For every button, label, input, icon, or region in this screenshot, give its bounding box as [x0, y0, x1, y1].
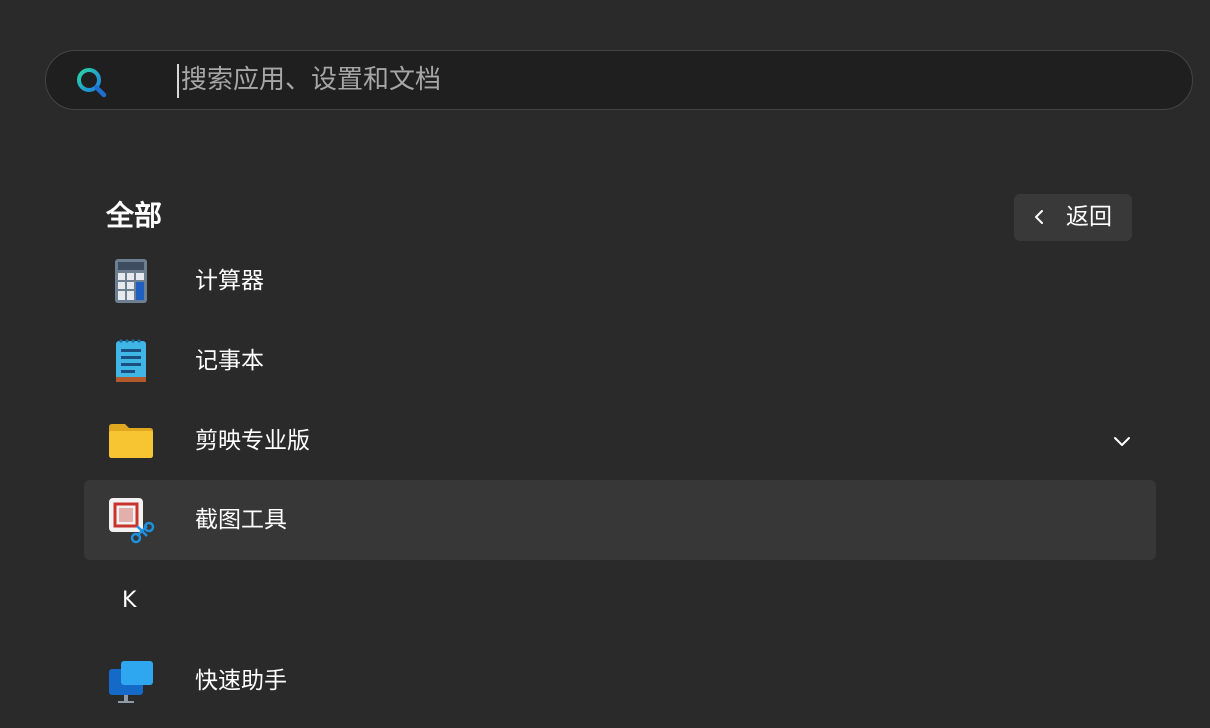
- folder-icon: [109, 424, 153, 458]
- quick-assist-icon: [109, 661, 153, 703]
- search-input[interactable]: [181, 51, 1081, 109]
- app-item-notepad[interactable]: 记事本: [84, 321, 1156, 401]
- search-box[interactable]: [45, 50, 1193, 110]
- snipping-tool-icon: [109, 498, 155, 544]
- back-button-label: 返回: [1066, 204, 1112, 230]
- search-icon: [77, 68, 107, 98]
- app-item-calculator[interactable]: 计算器: [84, 241, 1156, 321]
- chevron-down-icon[interactable]: [1113, 435, 1131, 447]
- app-item-snipping-tool[interactable]: 截图工具: [84, 480, 1156, 560]
- app-label: 计算器: [195, 268, 264, 294]
- text-caret: [177, 64, 179, 98]
- app-item-quick-assist[interactable]: 快速助手: [84, 641, 1156, 721]
- notepad-icon: [116, 339, 146, 382]
- app-label: 记事本: [195, 348, 264, 374]
- calculator-icon: [115, 259, 147, 303]
- app-item-jianying-folder[interactable]: 剪映专业版: [84, 401, 1156, 481]
- back-button[interactable]: 返回: [1014, 194, 1132, 241]
- section-title: 全部: [106, 199, 163, 232]
- chevron-left-icon: [1035, 210, 1043, 224]
- app-label: 截图工具: [195, 507, 287, 533]
- app-label: 快速助手: [195, 668, 287, 694]
- letter-header-k[interactable]: K: [122, 586, 136, 616]
- app-label: 剪映专业版: [195, 428, 310, 454]
